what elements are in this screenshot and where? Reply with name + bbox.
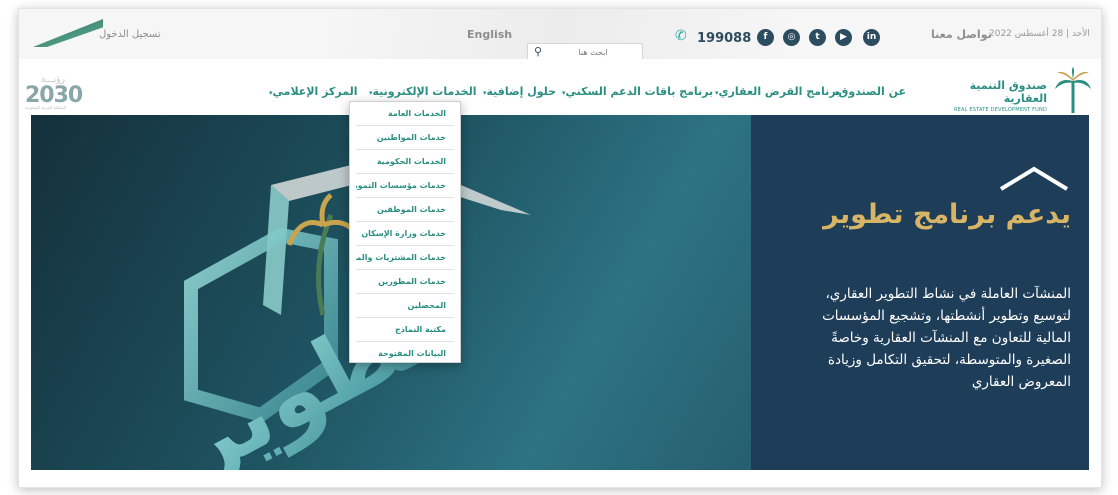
menu-item-employee-services[interactable]: خدمات الموظفين: [356, 198, 454, 222]
nav-item-real-estate-loan[interactable]: برنامج القرض العقاري▾: [713, 85, 840, 98]
language-switch-link[interactable]: English: [467, 28, 512, 41]
nav-item-label: عن الصندوق: [838, 85, 907, 98]
roof-icon: [999, 166, 1069, 191]
linkedin-icon[interactable]: in: [863, 29, 880, 46]
nav-item-label: حلول إضافية: [486, 85, 557, 98]
menu-item-open-data[interactable]: البيانات المفتوحة: [356, 342, 454, 365]
twitter-icon[interactable]: t: [809, 29, 826, 46]
contact-us-link[interactable]: تواصل معنا: [931, 28, 992, 41]
youtube-icon[interactable]: ▶: [835, 29, 852, 46]
menu-item-housing-ministry[interactable]: خدمات وزارة الإسكان: [356, 222, 454, 246]
decorative-swoosh: [33, 19, 103, 47]
top-bar: تسجيل الدخول English ⚲ ✆ 199088 f ◎ t ▶ …: [19, 9, 1101, 61]
nav-item-media-center[interactable]: المركز الإعلامي▾: [267, 85, 357, 98]
search-input[interactable]: [550, 44, 636, 60]
hero-title: يدعم برنامج تطوير: [823, 199, 1071, 230]
nav-item-label: برنامج باقات الدعم السكني: [565, 85, 714, 98]
phone-number[interactable]: 199088: [697, 31, 751, 46]
menu-item-finance-institutions[interactable]: خدمات مؤسسات التمويل: [356, 174, 454, 198]
fund-name-english: REAL ESTATE DEVELOPMENT FUND: [954, 107, 1047, 113]
nav-item-housing-support[interactable]: برنامج باقات الدعم السكني▾: [560, 85, 713, 98]
fund-logo-text[interactable]: صندوق التنمية العقارية REAL ESTATE DEVEL…: [939, 79, 1047, 113]
nav-item-label: الخدمات الإلكترونية: [372, 85, 477, 98]
nav-item-additional-solutions[interactable]: حلول إضافية▾: [481, 85, 556, 98]
vision-logo-subtitle: المملكة العربية السعودية: [25, 105, 67, 110]
hero-description: المنشآت العاملة في نشاط التطوير العقاري،…: [822, 286, 1071, 390]
nav-item-e-services[interactable]: الخدمات الإلكترونية▾: [367, 85, 476, 98]
instagram-icon[interactable]: ◎: [783, 29, 800, 46]
menu-item-public-services[interactable]: الخدمات العامة: [356, 102, 454, 126]
facebook-icon[interactable]: f: [757, 29, 774, 46]
vision-2030-logo[interactable]: رؤيـــة 2030 المملكة العربية السعودية: [25, 75, 87, 110]
login-link[interactable]: تسجيل الدخول: [99, 29, 161, 40]
e-services-dropdown-menu: الخدمات العامة خدمات المواطنين الخدمات ا…: [349, 101, 461, 363]
nav-item-label: برنامج القرض العقاري: [718, 85, 841, 98]
nav-item-label: المركز الإعلامي: [272, 85, 358, 98]
search-icon[interactable]: ⚲: [534, 45, 542, 58]
menu-item-forms-library[interactable]: مكتبة النماذج: [356, 318, 454, 342]
browser-frame: تسجيل الدخول English ⚲ ✆ 199088 f ◎ t ▶ …: [18, 8, 1102, 488]
menu-item-collectors[interactable]: المحصلين: [356, 294, 454, 318]
fund-name-arabic: صندوق التنمية العقارية: [969, 79, 1047, 105]
menu-item-citizen-services[interactable]: خدمات المواطنين: [356, 126, 454, 150]
hero-text-panel: يدعم برنامج تطوير المنشآت العاملة في نشا…: [751, 115, 1089, 470]
hero-banner[interactable]: تطوير يدعم برنامج تطوير المنشآت العاملة …: [31, 115, 1089, 470]
phone-icon: ✆: [675, 28, 687, 44]
main-nav: رؤيـــة 2030 المملكة العربية السعودية ال…: [19, 59, 1101, 115]
palm-logo-icon[interactable]: [1053, 67, 1093, 115]
menu-item-developer-services[interactable]: خدمات المطورين: [356, 270, 454, 294]
menu-item-government-services[interactable]: الخدمات الحكومية: [356, 150, 454, 174]
menu-item-procurement-suppliers[interactable]: خدمات المشتريات والموردين: [356, 246, 454, 270]
nav-item-about-fund[interactable]: عن الصندوق▾: [833, 85, 906, 98]
date-text: الأحد | 28 أغسطس 2022: [989, 29, 1090, 39]
